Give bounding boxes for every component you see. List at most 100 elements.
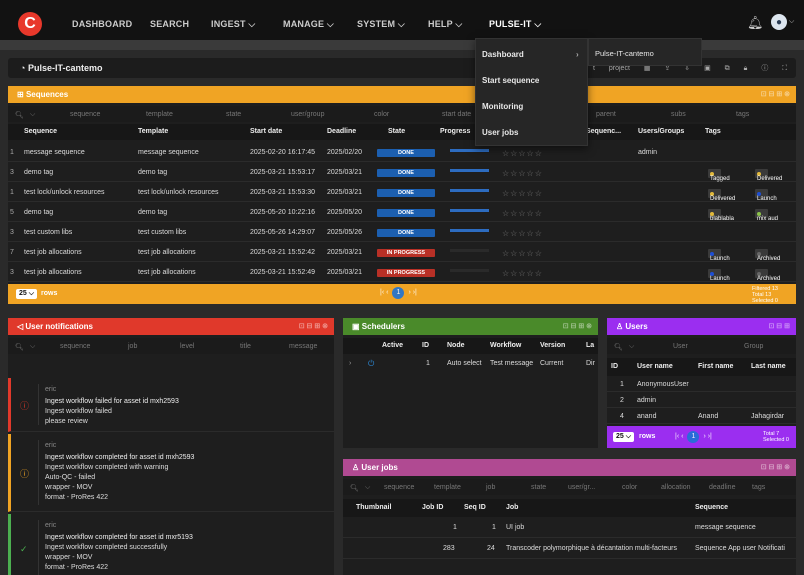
nav-pulse-it[interactable]: PULSE-IT ⌵ xyxy=(489,19,541,30)
filter-tags[interactable]: tags xyxy=(736,111,749,118)
chevron-down-icon[interactable]: ⌵ xyxy=(30,111,35,119)
pagination[interactable]: |‹ ‹ 1 › ›| xyxy=(675,431,712,443)
search-icon[interactable]: 🔍︎ xyxy=(15,343,24,351)
filter-template[interactable]: template xyxy=(146,111,173,118)
chevron-down-icon[interactable]: ⌵ xyxy=(365,484,370,492)
tag-badge[interactable]: mix aud xyxy=(755,209,778,222)
col-job-id[interactable]: Job ID xyxy=(422,504,443,511)
filter-user-group[interactable]: user/gr... xyxy=(568,484,595,491)
table-row[interactable]: 283 24 Transcoder polymorphique à décantat… xyxy=(343,538,796,559)
filter-user-group[interactable]: user/group xyxy=(291,111,324,118)
filter-sequence[interactable]: sequence xyxy=(60,343,90,350)
tag-badge[interactable]: Launch xyxy=(708,269,730,282)
col-sequence-parent[interactable]: Sequenc... xyxy=(586,128,621,135)
nav-help[interactable]: HELP ⌵ xyxy=(428,19,462,30)
col-workflow[interactable]: Workflow xyxy=(490,342,521,349)
download-icon[interactable]: ⇩ xyxy=(684,65,690,72)
notification-item[interactable]: ✓ eric Ingest workflow completed for asset… xyxy=(8,514,334,575)
avatar[interactable]: ● xyxy=(771,14,787,30)
sequence-name[interactable]: demo tag xyxy=(24,169,53,176)
filter-job[interactable]: job xyxy=(486,484,495,491)
col-sequence[interactable]: Sequence xyxy=(24,128,57,135)
filter-color[interactable]: color xyxy=(374,111,389,118)
filter-sequence[interactable]: sequence xyxy=(70,111,100,118)
tag-badge[interactable]: Tagged xyxy=(708,169,730,182)
sequence-name[interactable]: demo tag xyxy=(24,209,53,216)
rows-per-page-select[interactable]: 25 ⌵ xyxy=(16,289,38,299)
chevron-down-icon[interactable]: ⌵ xyxy=(789,18,794,26)
rating-stars[interactable]: ☆☆☆☆☆ xyxy=(502,149,543,158)
filter-job[interactable]: job xyxy=(128,343,137,350)
job-name[interactable]: UI job xyxy=(506,524,524,531)
table-row[interactable]: 3 test job allocations test job allocation… xyxy=(8,262,796,282)
filter-level[interactable]: level xyxy=(180,343,194,350)
info-icon[interactable]: ⓘ xyxy=(761,65,768,72)
col-id[interactable]: ID xyxy=(611,363,618,370)
table-row[interactable]: 7 test job allocations test job allocation… xyxy=(8,242,796,262)
filter-start-date[interactable]: start date xyxy=(442,111,471,118)
rating-stars[interactable]: ☆☆☆☆☆ xyxy=(502,189,543,198)
upload-icon[interactable]: ⇪ xyxy=(664,65,670,72)
panel-tools[interactable]: ⊡ ⊟ ⊞ ⊗ xyxy=(563,322,592,330)
save-icon[interactable]: ▣ xyxy=(704,65,711,72)
col-last-name[interactable]: Last name xyxy=(751,363,786,370)
table-row[interactable]: 1 AnonymousUser xyxy=(607,376,796,392)
menu-item-dashboard[interactable]: Dashboard xyxy=(482,50,524,59)
grid-icon[interactable]: ▦ xyxy=(644,65,651,72)
tag-badge[interactable]: Delivered xyxy=(755,169,782,182)
col-state[interactable]: State xyxy=(388,128,405,135)
panel-tools[interactable]: ⊡ ⊟ ⊞ ⊗ xyxy=(761,463,790,471)
col-id[interactable]: ID xyxy=(422,342,429,349)
filter-state[interactable]: state xyxy=(531,484,546,491)
nav-ingest[interactable]: INGEST ⌵ xyxy=(211,19,255,30)
sequence-name[interactable]: message sequence xyxy=(24,149,85,156)
nav-system[interactable]: SYSTEM ⌵ xyxy=(357,19,405,30)
submenu-item-project[interactable]: Pulse-IT-cantemo xyxy=(595,49,654,58)
panel-tools[interactable]: ⊡ ⊟ ⊞ ⊗ xyxy=(761,90,790,98)
table-row[interactable]: 3 test custom libs test custom libs 2025-05… xyxy=(8,222,796,242)
tag-badge[interactable]: Archived xyxy=(755,249,780,262)
filter-state[interactable]: state xyxy=(226,111,241,118)
filter-sequence[interactable]: sequence xyxy=(384,484,414,491)
filter-allocation[interactable]: allocation xyxy=(661,484,691,491)
current-page[interactable]: 1 xyxy=(687,431,700,443)
table-row[interactable]: 2 admin xyxy=(607,392,796,408)
chevron-right-icon[interactable]: › xyxy=(349,360,351,367)
rating-stars[interactable]: ☆☆☆☆☆ xyxy=(502,169,543,178)
rating-stars[interactable]: ☆☆☆☆☆ xyxy=(502,249,543,258)
menu-item-monitoring[interactable]: Monitoring xyxy=(482,102,523,111)
col-node[interactable]: Node xyxy=(447,342,465,349)
lock-icon[interactable]: 🔒︎ xyxy=(744,65,748,72)
filter-tags[interactable]: tags xyxy=(752,484,765,491)
filter-group[interactable]: Group xyxy=(744,343,763,350)
filter-user[interactable]: User xyxy=(673,343,688,350)
col-job[interactable]: Job xyxy=(506,504,518,511)
tag-badge[interactable]: Launch xyxy=(708,249,730,262)
panel-tools[interactable]: ⊡ ⊟ ⊞ xyxy=(769,322,791,330)
menu-item-start-sequence[interactable]: Start sequence xyxy=(482,76,539,85)
col-last[interactable]: La xyxy=(586,342,594,349)
col-thumbnail[interactable]: Thumbnail xyxy=(356,504,391,511)
col-first-name[interactable]: First name xyxy=(698,363,733,370)
app-logo[interactable]: C xyxy=(18,12,42,36)
filter-deadline[interactable]: deadline xyxy=(709,484,735,491)
fullscreen-icon[interactable]: ⛶ xyxy=(782,65,787,72)
col-version[interactable]: Version xyxy=(540,342,565,349)
col-active[interactable]: Active xyxy=(382,342,403,349)
rows-per-page-select[interactable]: 25 ⌵ xyxy=(613,432,635,442)
nav-dashboard[interactable]: DASHBOARD xyxy=(72,19,132,29)
table-row[interactable]: 3 demo tag demo tag 2025-03-21 15:53:17 2025… xyxy=(8,162,796,182)
panel-tools[interactable]: ⊡ ⊟ ⊞ ⊗ xyxy=(299,322,328,330)
chevron-down-icon[interactable]: ⌵ xyxy=(629,343,634,351)
notification-item[interactable]: ⓘ eric Ingest workflow failed for asset id… xyxy=(8,378,334,432)
nav-manage[interactable]: MANAGE ⌵ xyxy=(283,19,334,30)
col-tags[interactable]: Tags xyxy=(705,128,721,135)
chevron-down-icon[interactable]: ⌵ xyxy=(30,343,35,351)
sequence-name[interactable]: test job allocations xyxy=(24,269,82,276)
filter-template[interactable]: template xyxy=(434,484,461,491)
pagination[interactable]: |‹ ‹ 1 › ›| xyxy=(380,287,417,299)
col-template[interactable]: Template xyxy=(138,128,168,135)
col-sequence[interactable]: Sequence xyxy=(695,504,728,511)
table-row[interactable]: 1 message sequence message sequence 2025-02… xyxy=(8,142,796,162)
rating-stars[interactable]: ☆☆☆☆☆ xyxy=(502,269,543,278)
